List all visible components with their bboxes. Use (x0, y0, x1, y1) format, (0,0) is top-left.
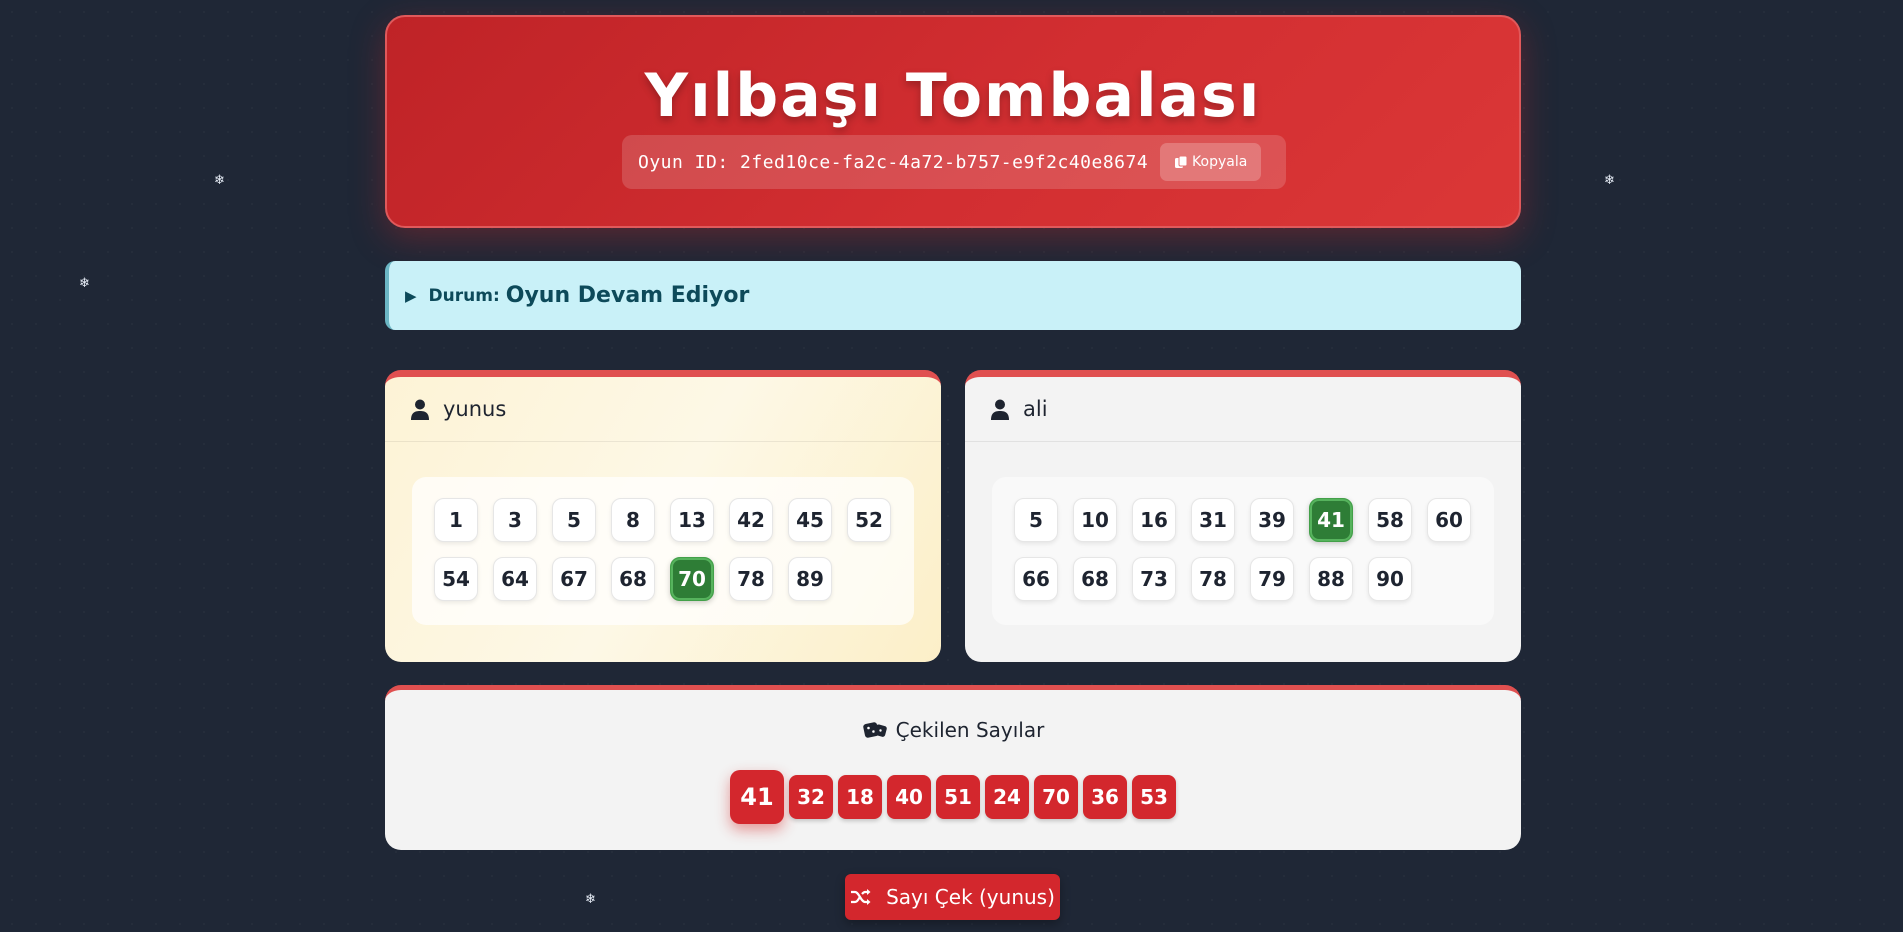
ticket-cell: 79 (1250, 557, 1294, 601)
ticket-cell: 10 (1073, 498, 1117, 542)
drawn-numbers-panel: Çekilen Sayılar 41 32 18 40 51 24 70 36 53 (385, 685, 1521, 850)
status-bar: ▶ Durum: Oyun Devam Ediyor (385, 261, 1521, 330)
ticket-cell: 58 (1368, 498, 1412, 542)
ticket-cell: 73 (1132, 557, 1176, 601)
page-title: Yılbaşı Tombalası (644, 61, 1262, 131)
ticket-cell: 67 (552, 557, 596, 601)
ticket-cell: 1 (434, 498, 478, 542)
drawn-number: 40 (887, 775, 931, 819)
ticket-cell: 78 (1191, 557, 1235, 601)
player-name: ali (1023, 397, 1048, 421)
ticket-cell: 68 (1073, 557, 1117, 601)
drawn-numbers-label: Çekilen Sayılar (895, 718, 1045, 742)
drawn-numbers-list: 41 32 18 40 51 24 70 36 53 (385, 769, 1521, 825)
drawn-number: 70 (1034, 775, 1078, 819)
player-card-header: yunus (385, 377, 941, 442)
ticket-cell: 8 (611, 498, 655, 542)
game-id-label: Oyun ID: (638, 151, 729, 173)
copy-icon (1175, 155, 1188, 168)
ticket-cell: 5 (552, 498, 596, 542)
player-card-ali: ali 5 10 16 31 39 41 58 60 66 68 73 78 79 88 90 (965, 370, 1521, 662)
ticket-cell: 52 (847, 498, 891, 542)
ticket-cell: 31 (1191, 498, 1235, 542)
draw-number-button[interactable]: Sayı Çek (yunus) (845, 874, 1060, 920)
ticket-cell: 5 (1014, 498, 1058, 542)
user-icon (991, 399, 1009, 420)
ticket-cell: 16 (1132, 498, 1176, 542)
ticket-cell: 3 (493, 498, 537, 542)
play-icon: ▶ (405, 286, 417, 305)
drawn-number-latest: 41 (730, 770, 784, 824)
game-id-value: 2fed10ce-fa2c-4a72-b757-e9f2c40e8674 (740, 151, 1149, 173)
ticket-grid: 1 3 5 8 13 42 45 52 54 64 67 68 70 78 89 (434, 498, 894, 601)
ticket-cell: 88 (1309, 557, 1353, 601)
player-ticket: 1 3 5 8 13 42 45 52 54 64 67 68 70 78 89 (412, 477, 914, 625)
ticket-cell-marked: 41 (1309, 498, 1353, 542)
ticket-cell: 45 (788, 498, 832, 542)
dice-icon (862, 722, 887, 738)
header-banner: Yılbaşı Tombalası Oyun ID: 2fed10ce-fa2c… (385, 15, 1521, 228)
ticket-cell: 42 (729, 498, 773, 542)
player-name: yunus (443, 397, 507, 421)
ticket-cell: 60 (1427, 498, 1471, 542)
player-ticket: 5 10 16 31 39 41 58 60 66 68 73 78 79 88 90 (992, 477, 1494, 625)
drawn-number: 36 (1083, 775, 1127, 819)
ticket-cell: 68 (611, 557, 655, 601)
ticket-cell: 39 (1250, 498, 1294, 542)
status-value: Oyun Devam Ediyor (505, 283, 750, 308)
ticket-cell: 89 (788, 557, 832, 601)
player-card-header: ali (965, 377, 1521, 442)
ticket-cell: 64 (493, 557, 537, 601)
draw-number-button-label: Sayı Çek (yunus) (886, 885, 1055, 909)
game-id-box: Oyun ID: 2fed10ce-fa2c-4a72-b757-e9f2c40… (622, 135, 1286, 189)
ticket-cell: 78 (729, 557, 773, 601)
user-icon (411, 399, 429, 420)
copy-button-label: Kopyala (1192, 154, 1248, 170)
drawn-number: 18 (838, 775, 882, 819)
ticket-grid: 5 10 16 31 39 41 58 60 66 68 73 78 79 88 90 (1014, 498, 1474, 601)
drawn-number: 53 (1132, 775, 1176, 819)
player-card-yunus: yunus 1 3 5 8 13 42 45 52 54 64 67 68 70 78 89 (385, 370, 941, 662)
drawn-numbers-title: Çekilen Sayılar (385, 718, 1521, 742)
snowflake-icon: ❄ (585, 892, 596, 907)
drawn-number: 51 (936, 775, 980, 819)
snowflake-icon: ❄ (1604, 173, 1615, 188)
game-id-text: Oyun ID: 2fed10ce-fa2c-4a72-b757-e9f2c40… (638, 152, 1148, 173)
drawn-number: 32 (789, 775, 833, 819)
shuffle-icon (851, 889, 871, 905)
snowflake-icon: ❄ (214, 173, 225, 188)
game-container: Yılbaşı Tombalası Oyun ID: 2fed10ce-fa2c… (385, 15, 1521, 850)
status-label: Durum: (428, 285, 500, 306)
copy-button[interactable]: Kopyala (1160, 143, 1262, 181)
ticket-cell: 66 (1014, 557, 1058, 601)
ticket-cell: 54 (434, 557, 478, 601)
drawn-number: 24 (985, 775, 1029, 819)
ticket-cell: 90 (1368, 557, 1412, 601)
ticket-cell-marked: 70 (670, 557, 714, 601)
snowflake-icon: ❄ (79, 276, 90, 291)
ticket-cell: 13 (670, 498, 714, 542)
